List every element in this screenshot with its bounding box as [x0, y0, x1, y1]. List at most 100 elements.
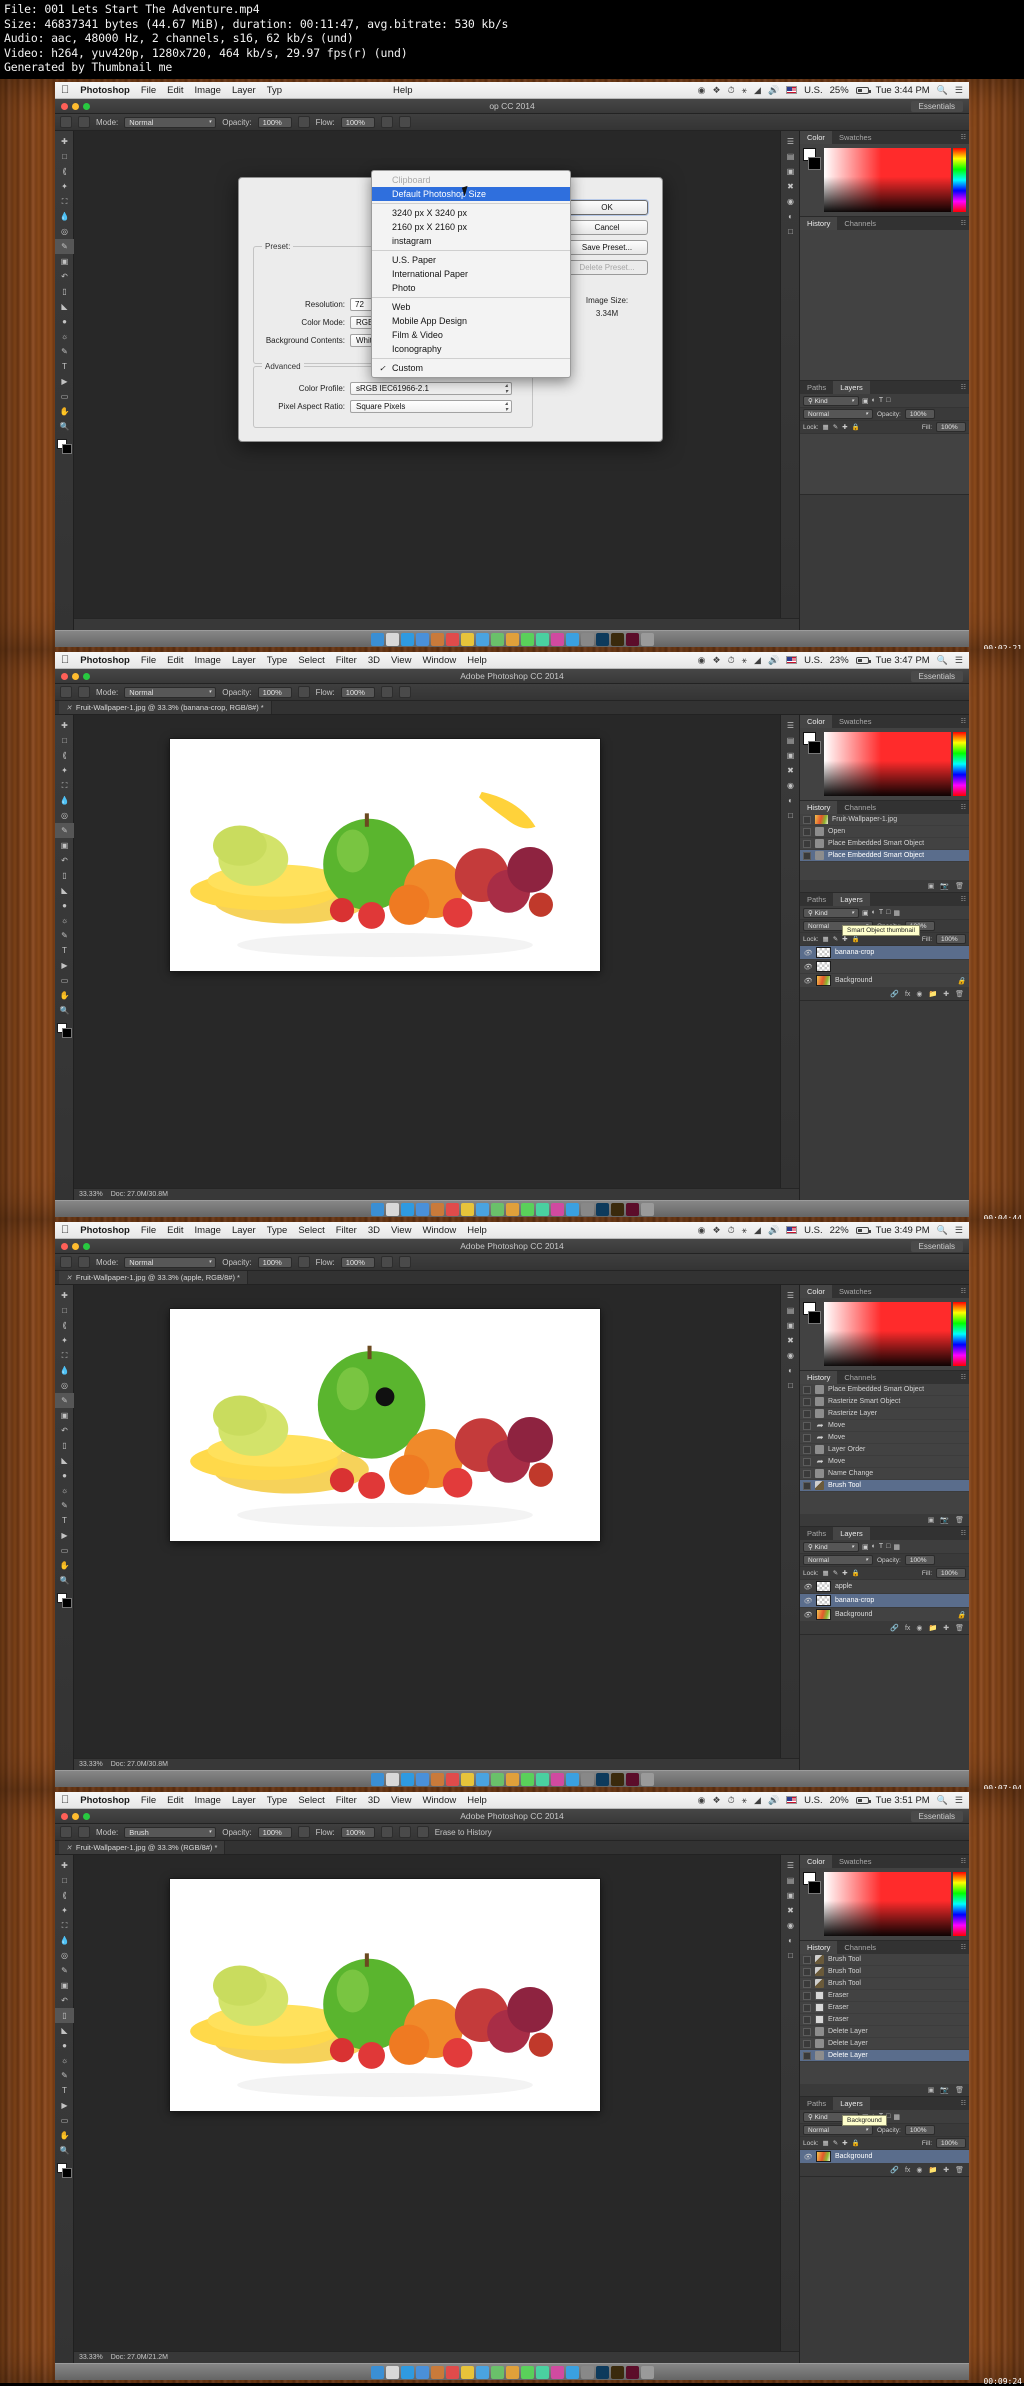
new-group-icon[interactable]: 📁 — [929, 1624, 938, 1632]
menu-file[interactable]: File — [141, 85, 156, 96]
history-state-row[interactable]: Eraser — [800, 2002, 969, 2014]
history-snapshot-checkbox[interactable] — [803, 1421, 811, 1430]
dock-icon-indesign[interactable] — [625, 2365, 639, 2379]
hue-slider[interactable] — [953, 732, 966, 796]
panel-rail-icon-4[interactable]: ◉ — [781, 778, 800, 793]
color-field[interactable] — [824, 1872, 951, 1936]
layer-row[interactable]: 👁 Background 🔒 — [800, 974, 969, 988]
tool-brush[interactable]: ✎ — [55, 823, 74, 838]
screen-record-icon[interactable]: ◉ — [698, 655, 706, 666]
lock-position-icon[interactable]: ✚ — [842, 1569, 847, 1577]
dock-icon-settings[interactable] — [580, 2365, 594, 2379]
foreground-background-color[interactable] — [56, 2163, 72, 2178]
dock-icon-trash[interactable] — [640, 2365, 654, 2379]
layer-thumbnail[interactable] — [816, 961, 831, 972]
notification-center-icon[interactable]: ☰ — [955, 1795, 963, 1806]
history-snapshot-checkbox[interactable] — [803, 1991, 811, 2000]
dock-icon-calendar[interactable] — [445, 1202, 459, 1216]
layer-filter-kind-select[interactable]: ⚲ Kind▾ — [803, 1541, 859, 1552]
zoom-icon[interactable] — [83, 1242, 90, 1250]
tool-type[interactable]: T — [55, 2083, 74, 2098]
tool-gradient[interactable]: ◣ — [55, 299, 74, 314]
preset-menu-item[interactable]: International Paper — [372, 267, 570, 281]
history-snapshot-checkbox[interactable] — [803, 1967, 811, 1976]
tool-eyedropper[interactable]: 💧 — [55, 793, 74, 808]
menu-help[interactable]: Help — [393, 85, 413, 96]
zoom-level-input[interactable]: 33.33% — [79, 1191, 103, 1198]
dock-icon-itunes[interactable] — [550, 1202, 564, 1216]
window-controls[interactable] — [61, 1242, 90, 1250]
history-snapshot-checkbox[interactable] — [803, 1979, 811, 1988]
create-document-from-state-icon[interactable]: ▣ — [928, 2086, 935, 2094]
layer-visibility-icon[interactable]: 👁 — [803, 1597, 812, 1605]
dock-icon-reminders[interactable] — [475, 632, 489, 646]
tool-pen[interactable]: ✎ — [55, 928, 74, 943]
background-color-swatch[interactable] — [61, 1598, 72, 1608]
dock-icon-mail[interactable] — [415, 2365, 429, 2379]
apple-menu-icon[interactable]:  — [61, 1794, 69, 1806]
menu-filter[interactable]: Filter — [336, 655, 357, 666]
fill-input[interactable]: 100% — [936, 2138, 966, 2148]
panel-menu-icon[interactable]: ☷ — [961, 718, 966, 725]
tool-healing[interactable]: ◎ — [55, 224, 74, 239]
document-canvas[interactable] — [170, 1879, 600, 2111]
dock-icon-maps[interactable] — [490, 2365, 504, 2379]
tool-blur[interactable]: ● — [55, 898, 74, 913]
foreground-background-color[interactable] — [56, 1593, 72, 1608]
brush-preset-icon[interactable] — [60, 686, 72, 698]
airbrush-icon[interactable] — [380, 686, 393, 698]
filter-shape-icon[interactable]: □ — [886, 909, 890, 916]
menu-select[interactable]: Select — [298, 655, 324, 666]
menu-typ[interactable]: Typ — [267, 85, 282, 96]
zoom-icon[interactable] — [83, 1812, 90, 1820]
tool-eraser[interactable]: ▯ — [55, 868, 74, 883]
canvas-area[interactable]: ☰ ▤ ▣ ✖ ◉ ◐ □ 33.33% Doc: 27.0M/21.2M — [74, 1855, 799, 2363]
panel-rail-icon-2[interactable]: ▣ — [781, 1888, 800, 1903]
flow-pressure-icon[interactable] — [398, 1256, 411, 1268]
spotlight-search-icon[interactable]: 🔍 — [937, 1225, 948, 1236]
fill-input[interactable]: 100% — [936, 1568, 966, 1578]
history-state-row[interactable]: Layer Order — [800, 1444, 969, 1456]
history-snapshot-checkbox[interactable] — [803, 2039, 811, 2048]
color-swatches[interactable] — [800, 1868, 822, 1940]
menu-3d[interactable]: 3D — [368, 1795, 380, 1806]
layer-style-icon[interactable]: fx — [905, 2167, 910, 2174]
menu-file[interactable]: File — [141, 1795, 156, 1806]
document-tab[interactable]: ✕ Fruit-Wallpaper-1.jpg @ 33.3% (apple, … — [59, 1271, 248, 1284]
tab-swatches[interactable]: Swatches — [832, 1285, 879, 1298]
tool-crop[interactable]: ⛶ — [55, 1348, 74, 1363]
layer-mask-icon[interactable]: ◉ — [916, 1624, 922, 1632]
menu-help[interactable]: Help — [467, 655, 487, 666]
tool-gradient[interactable]: ◣ — [55, 2023, 74, 2038]
keyboard-flag-icon[interactable] — [786, 656, 798, 664]
zoom-level-input[interactable]: 33.33% — [79, 2354, 103, 2361]
tool-wand[interactable]: ✦ — [55, 1903, 74, 1918]
lock-image-icon[interactable]: ✎ — [833, 935, 838, 943]
tool-crop[interactable]: ⛶ — [55, 194, 74, 209]
dock-icon-appstore[interactable] — [565, 632, 579, 646]
history-snapshot-checkbox[interactable] — [803, 1385, 811, 1394]
opacity-pressure-icon[interactable] — [297, 1256, 310, 1268]
tool-marquee[interactable]: □ — [55, 733, 74, 748]
panel-rail-icon-6[interactable]: □ — [781, 1948, 800, 1963]
tab-paths[interactable]: Paths — [800, 1527, 833, 1540]
zoom-icon[interactable] — [83, 672, 90, 680]
tool-lasso[interactable]: ⟪ — [55, 164, 74, 179]
tool-shape[interactable]: ▭ — [55, 1543, 74, 1558]
dock-icon-photoshop[interactable] — [595, 632, 609, 646]
history-snapshot-checkbox[interactable] — [803, 1481, 811, 1490]
tool-wand[interactable]: ✦ — [55, 1333, 74, 1348]
panel-rail-icon-1[interactable]: ▤ — [781, 1873, 800, 1888]
tool-zoom[interactable]: 🔍 — [55, 1573, 74, 1588]
menu-layer[interactable]: Layer — [232, 85, 256, 96]
panel-menu-icon[interactable]: ☷ — [961, 1944, 966, 1951]
tab-color[interactable]: Color — [800, 1285, 832, 1298]
layer-style-icon[interactable]: fx — [905, 1625, 910, 1632]
panel-rail-icon-1[interactable]: ▤ — [781, 149, 800, 164]
menu-3d[interactable]: 3D — [368, 655, 380, 666]
dock-icon-notes[interactable] — [460, 2365, 474, 2379]
menu-3d[interactable]: 3D — [368, 1225, 380, 1236]
lock-position-icon[interactable]: ✚ — [842, 2139, 847, 2147]
dock-icon-calendar[interactable] — [445, 632, 459, 646]
ok-button[interactable]: OK — [566, 200, 648, 215]
